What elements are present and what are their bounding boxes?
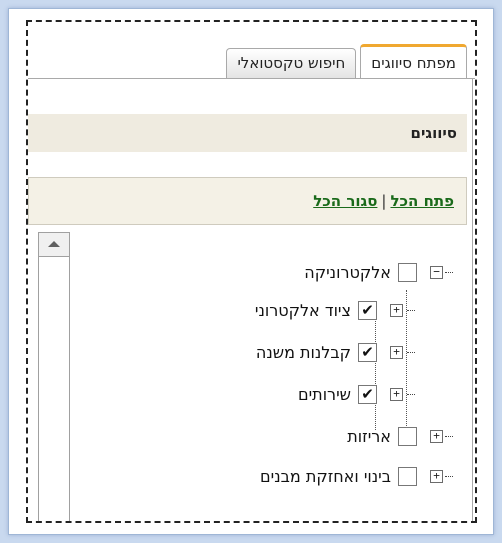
tree-checkbox[interactable]: ✔ <box>358 343 377 362</box>
expand-icon[interactable]: + <box>390 388 403 401</box>
section-title: סיווגים <box>28 114 467 152</box>
tree-connector <box>445 436 453 437</box>
collapse-icon[interactable]: − <box>430 266 443 279</box>
tree-checkbox[interactable] <box>398 263 417 282</box>
tree-node: + אריזות <box>83 426 463 450</box>
tree-checkbox[interactable]: ✔ <box>358 385 377 404</box>
expand-collapse-bar: פתח הכל|סגור הכל <box>28 177 467 225</box>
tab-divider <box>28 78 475 79</box>
tree-node-label[interactable]: ציוד אלקטרוני <box>255 300 351 322</box>
tree-node: + ✔ קבלנות משנה <box>83 342 463 366</box>
tree-node-label[interactable]: אלקטרוניקה <box>304 262 391 284</box>
tree-connector <box>445 476 453 477</box>
tree-connector <box>407 394 415 395</box>
expand-all-link[interactable]: פתח הכל <box>390 192 454 210</box>
tree-node: + בינוי ואחזקת מבנים <box>83 466 463 490</box>
expand-icon[interactable]: + <box>390 304 403 317</box>
collapse-all-link[interactable]: סגור הכל <box>313 192 377 210</box>
tab-classification-key[interactable]: מפתח סיווגים <box>360 44 467 78</box>
tree-connector <box>407 310 415 311</box>
tree-node-label[interactable]: אריזות <box>347 426 391 448</box>
tree-node: + ✔ ציוד אלקטרוני <box>83 300 463 324</box>
tree-node: − אלקטרוניקה <box>83 262 463 286</box>
tree-connector <box>445 272 453 273</box>
tree-checkbox[interactable] <box>398 467 417 486</box>
tree-scrollbar[interactable] <box>38 232 70 521</box>
tab-bar: מפתח סיווגים חיפוש טקסטואלי <box>222 44 467 78</box>
scroll-up-arrow-icon[interactable] <box>39 233 69 257</box>
tree-checkbox[interactable] <box>398 427 417 446</box>
expand-icon[interactable]: + <box>390 346 403 359</box>
content-border <box>472 78 473 521</box>
tree-connector <box>375 310 376 430</box>
expand-icon[interactable]: + <box>430 470 443 483</box>
classification-panel: מפתח סיווגים חיפוש טקסטואלי סיווגים פתח … <box>26 20 477 523</box>
link-separator: | <box>381 192 387 210</box>
tree-checkbox[interactable]: ✔ <box>358 301 377 320</box>
tree-node-label[interactable]: שירותים <box>298 384 351 406</box>
expand-icon[interactable]: + <box>430 430 443 443</box>
tree-node: + ✔ שירותים <box>83 384 463 408</box>
tab-text-search[interactable]: חיפוש טקסטואלי <box>226 48 357 78</box>
tree-node-label[interactable]: בינוי ואחזקת מבנים <box>260 466 391 488</box>
tree-connector <box>407 352 415 353</box>
tree-node-label[interactable]: קבלנות משנה <box>256 342 351 364</box>
